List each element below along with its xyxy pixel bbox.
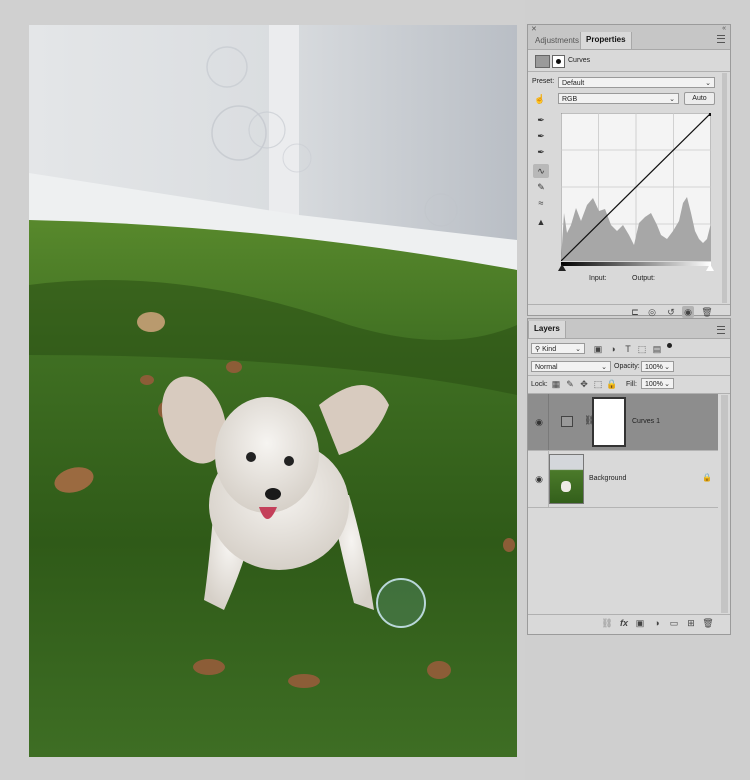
- black-point-slider-icon[interactable]: [558, 264, 566, 271]
- opacity-label: Opacity:: [614, 363, 640, 370]
- filter-adjustment-icon[interactable]: ◑: [607, 343, 619, 355]
- curves-adjustment-icon: [561, 416, 573, 427]
- fill-label: Fill:: [626, 381, 637, 388]
- filter-smart-object-icon[interactable]: ▤: [651, 343, 663, 355]
- filter-shape-icon[interactable]: ⬚: [636, 343, 648, 355]
- tab-adjustments[interactable]: Adjustments: [530, 33, 584, 49]
- gradient-bar: [561, 262, 711, 266]
- eye-icon[interactable]: ◉: [682, 306, 694, 318]
- black-point-eyedropper-icon[interactable]: ✒: [533, 113, 549, 127]
- white-point-eyedropper-icon[interactable]: ✒: [533, 145, 549, 159]
- filter-toggle-icon[interactable]: [667, 343, 672, 348]
- filter-kind-select[interactable]: ⚲ Kind ⌄: [531, 343, 585, 354]
- preset-label: Preset:: [532, 78, 555, 85]
- clipping-warning-icon[interactable]: ▲: [533, 215, 549, 229]
- blend-mode-select[interactable]: Normal ⌄: [531, 361, 611, 372]
- add-mask-icon[interactable]: ▣: [634, 617, 646, 629]
- layer-row-background[interactable]: ◉ Background 🔒: [528, 451, 718, 508]
- mask-icon[interactable]: [552, 55, 565, 68]
- lock-all-icon[interactable]: 🔒: [606, 378, 618, 390]
- properties-scrollbar[interactable]: [722, 73, 727, 303]
- layer-mask-thumbnail[interactable]: [592, 397, 626, 447]
- white-point-slider-icon[interactable]: [706, 264, 714, 271]
- curves-graph[interactable]: [561, 113, 711, 261]
- tab-layers[interactable]: Layers: [528, 321, 566, 338]
- properties-panel: ✕ « Adjustments Properties Curves Preset…: [527, 24, 731, 318]
- layer-thumbnail[interactable]: [549, 454, 584, 504]
- lock-icon[interactable]: 🔒: [702, 473, 712, 482]
- lock-image-icon[interactable]: ✎: [564, 378, 576, 390]
- new-adjustment-layer-icon[interactable]: ◑: [651, 617, 663, 629]
- panel-menu-icon[interactable]: [717, 326, 725, 334]
- tab-properties[interactable]: Properties: [580, 32, 632, 49]
- trash-icon[interactable]: 🗑: [701, 306, 713, 318]
- filter-pixel-icon[interactable]: ▣: [592, 343, 604, 355]
- preset-select[interactable]: Default ⌄: [558, 77, 715, 88]
- output-label: Output:: [632, 275, 655, 282]
- new-layer-icon[interactable]: ⊞: [685, 617, 697, 629]
- folder-icon[interactable]: ▭: [668, 617, 680, 629]
- fill-field[interactable]: 100% ⌄: [641, 378, 674, 389]
- lock-position-icon[interactable]: ✥: [578, 378, 590, 390]
- lock-artboard-icon[interactable]: ⬚: [592, 378, 604, 390]
- clip-to-layer-icon[interactable]: ⊏: [629, 306, 641, 318]
- photo-image: [29, 25, 517, 757]
- lock-label: Lock:: [531, 381, 548, 388]
- eye-icon[interactable]: ◉: [533, 474, 545, 484]
- edit-points-icon[interactable]: ∿: [533, 164, 549, 178]
- fx-icon[interactable]: fx: [618, 617, 630, 629]
- channel-select[interactable]: RGB ⌄: [558, 93, 679, 104]
- filter-type-icon[interactable]: T: [622, 343, 634, 355]
- layer-row-curves[interactable]: ◉ ⛓ Curves 1: [528, 394, 718, 451]
- view-previous-state-icon[interactable]: ◎: [646, 306, 658, 318]
- trash-icon[interactable]: 🗑: [702, 617, 714, 629]
- pencil-icon[interactable]: ✎: [533, 180, 549, 194]
- auto-button[interactable]: Auto: [684, 92, 715, 105]
- lock-transparent-icon[interactable]: ▦: [550, 378, 562, 390]
- layers-scrollbar[interactable]: [721, 395, 728, 613]
- link-layers-icon[interactable]: ⛓: [601, 617, 613, 629]
- layers-panel: Layers ⚲ Kind ⌄ ▣ ◑ T ⬚ ▤ Normal ⌄ Opacity…: [527, 318, 731, 635]
- reset-icon[interactable]: ↺: [665, 306, 677, 318]
- document-canvas[interactable]: [0, 0, 525, 780]
- adjustment-title: Curves: [568, 57, 591, 64]
- photo-dog-on-grass[interactable]: [29, 25, 517, 757]
- input-label: Input:: [589, 275, 607, 282]
- smooth-icon[interactable]: ≈: [533, 196, 549, 210]
- panel-menu-icon[interactable]: [717, 35, 725, 43]
- gray-point-eyedropper-icon[interactable]: ✒: [533, 129, 549, 143]
- layer-name: Curves 1: [632, 418, 661, 425]
- collapse-icon[interactable]: «: [722, 25, 726, 32]
- target-adjust-icon[interactable]: ☝: [532, 92, 548, 106]
- close-icon[interactable]: ✕: [531, 25, 537, 33]
- curves-adjustment-icon: [535, 55, 550, 68]
- opacity-field[interactable]: 100% ⌄: [641, 361, 674, 372]
- properties-tabbar: ✕ « Adjustments Properties: [528, 25, 730, 50]
- layers-tabbar: Layers: [528, 319, 730, 339]
- layer-name: Background: [589, 475, 627, 482]
- eye-icon[interactable]: ◉: [533, 417, 545, 427]
